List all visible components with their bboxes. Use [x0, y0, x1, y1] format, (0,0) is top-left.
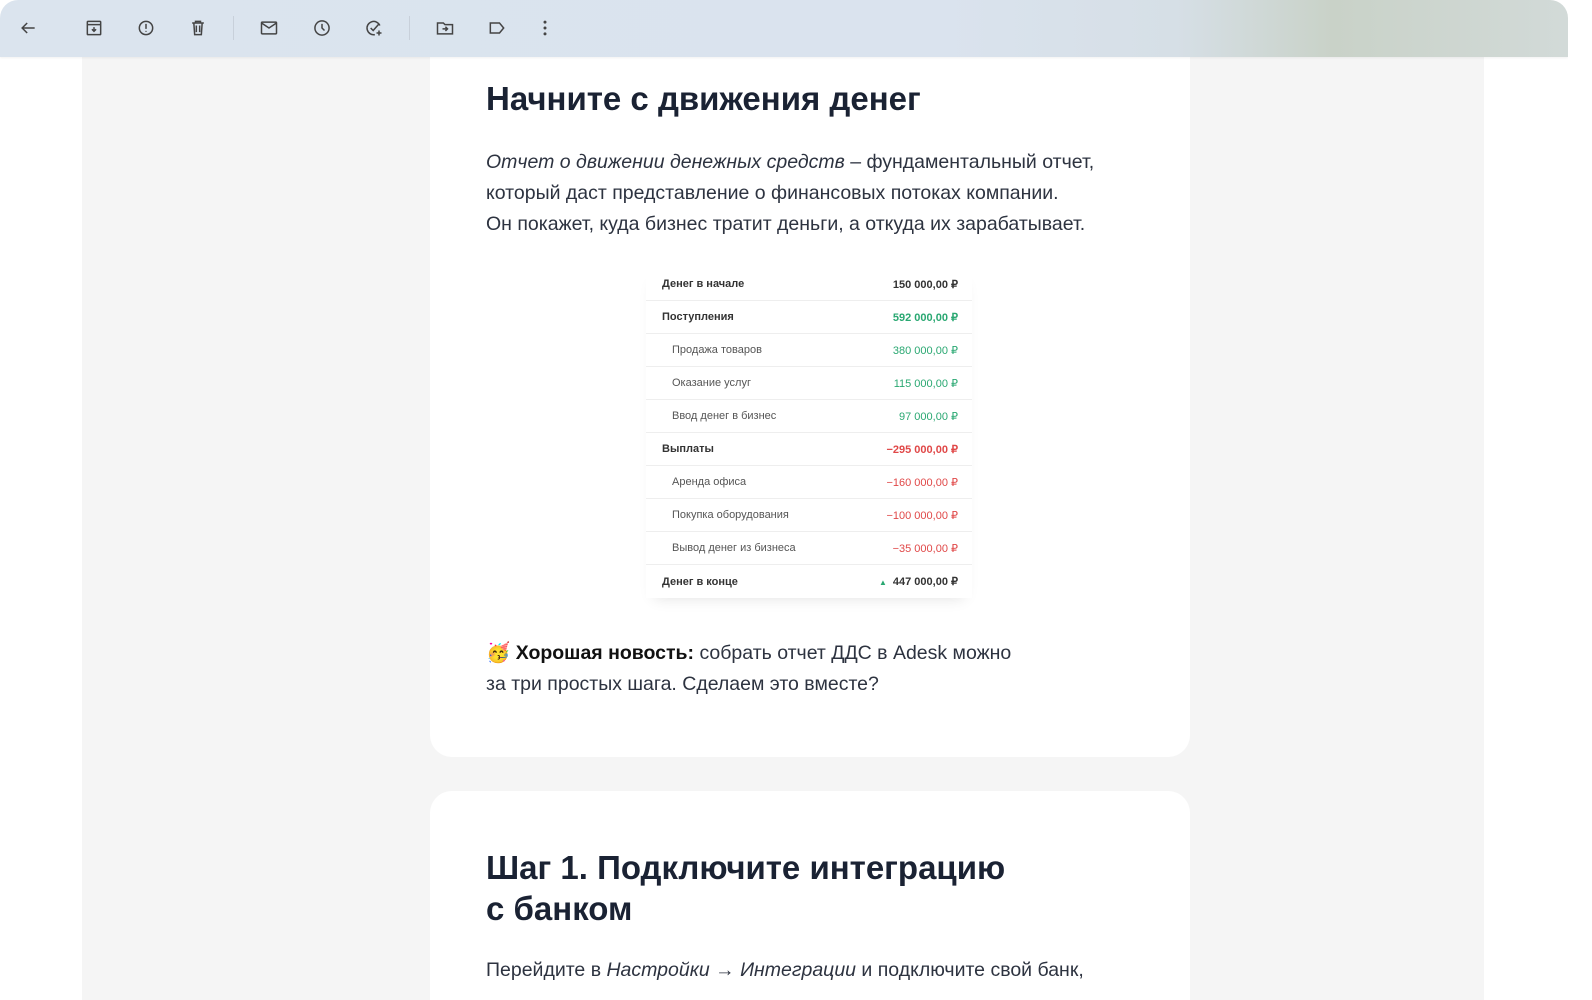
- good-news-paragraph: 🥳 Хорошая новость: собрать отчет ДДС в A…: [486, 638, 1011, 700]
- delete-icon[interactable]: [186, 16, 210, 40]
- cash-flow-table: Денег в начале 150 000,00 ₽ Поступления 592…: [646, 268, 972, 598]
- row-amount: 97 000,00 ₽: [899, 410, 958, 423]
- row-amount: 150 000,00 ₽: [892, 278, 958, 291]
- table-row: Оказание услуг 115 000,00 ₽: [646, 367, 972, 400]
- row-label: Ввод денег в бизнес: [672, 410, 777, 422]
- move-to-icon[interactable]: [433, 16, 457, 40]
- add-task-icon[interactable]: [362, 16, 386, 40]
- intro-line3: Он покажет, куда бизнес тратит деньги, а…: [486, 213, 1086, 235]
- email-body-background: Начните с движения денег Отчет о движени…: [82, 0, 1484, 1000]
- report-spam-icon[interactable]: [134, 16, 158, 40]
- row-value: −100 000,00 ₽: [886, 509, 958, 522]
- row-value: −295 000,00 ₽: [886, 443, 958, 456]
- step1-title-line1: Шаг 1. Подключите интеграцию: [486, 849, 1006, 886]
- party-emoji-icon: 🥳: [486, 642, 511, 664]
- row-value: ▲ 447 000,00 ₽: [879, 575, 958, 588]
- mark-unread-icon[interactable]: [257, 16, 281, 40]
- row-value: 150 000,00 ₽: [893, 278, 958, 291]
- step1-paragraph: Перейдите в Настройки → Интеграции и под…: [486, 955, 1084, 986]
- row-amount: −160 000,00 ₽: [886, 476, 958, 489]
- intro-rest: – фундаментальный отчет,: [844, 151, 1095, 173]
- more-icon[interactable]: [533, 16, 557, 40]
- good-news-label: Хорошая новость:: [515, 642, 695, 664]
- step1-text-rest: и подключите свой банк,: [856, 959, 1084, 981]
- row-label: Денег в начале: [662, 278, 745, 290]
- intro-line2: который даст представление о финансовых …: [486, 182, 1059, 204]
- row-label: Денег в конце: [662, 575, 738, 588]
- step1-text: Перейдите в: [486, 959, 607, 981]
- row-amount: 115 000,00 ₽: [893, 377, 958, 390]
- row-value: −160 000,00 ₽: [886, 476, 958, 489]
- good-news-text: собрать отчет ДДС в Adesk можно: [694, 642, 1012, 664]
- step1-title-line2: с банком: [486, 890, 633, 927]
- table-row: Продажа товаров 380 000,00 ₽: [646, 334, 972, 367]
- table-row: Ввод денег в бизнес 97 000,00 ₽: [646, 400, 972, 433]
- row-label: Вывод денег из бизнеса: [672, 542, 796, 554]
- row-value: −35 000,00 ₽: [893, 542, 958, 555]
- label-icon[interactable]: [485, 16, 509, 40]
- good-news-line2: за три простых шага. Сделаем это вместе?: [486, 673, 879, 695]
- row-label: Продажа товаров: [672, 344, 762, 356]
- section-card-cash-flow: Начните с движения денег Отчет о движени…: [430, 0, 1190, 757]
- row-label: Выплаты: [662, 443, 714, 455]
- table-row: Аренда офиса −160 000,00 ₽: [646, 466, 972, 499]
- row-amount: 592 000,00 ₽: [892, 311, 958, 324]
- row-label: Поступления: [662, 311, 734, 323]
- row-amount: 447 000,00 ₽: [892, 576, 958, 588]
- table-row: Вывод денег из бизнеса −35 000,00 ₽: [646, 532, 972, 565]
- row-amount: −100 000,00 ₽: [886, 509, 958, 522]
- row-amount: 380 000,00 ₽: [892, 344, 958, 357]
- toolbar-divider: [233, 16, 234, 40]
- row-label: Покупка оборудования: [672, 509, 789, 521]
- table-row: Выплаты −295 000,00 ₽: [646, 433, 972, 466]
- intro-paragraph: Отчет о движении денежных средств – фунд…: [486, 147, 1094, 240]
- table-row: Денег в начале 150 000,00 ₽: [646, 268, 972, 301]
- settings-integrations-path: Настройки → Интеграции: [606, 959, 857, 981]
- back-arrow-icon[interactable]: [16, 16, 40, 40]
- row-value: 592 000,00 ₽: [893, 311, 958, 324]
- toolbar-divider: [409, 16, 410, 40]
- row-value: 97 000,00 ₽: [899, 410, 958, 423]
- email-toolbar: [0, 0, 1568, 57]
- section-card-step1: Шаг 1. Подключите интеграцию с банком Пер…: [430, 791, 1190, 1000]
- step1-title: Шаг 1. Подключите интеграцию с банком: [486, 847, 1005, 929]
- table-row: Поступления 592 000,00 ₽: [646, 301, 972, 334]
- trend-up-icon: ▲: [878, 578, 887, 587]
- table-row: Денег в конце ▲ 447 000,00 ₽: [646, 565, 972, 598]
- snooze-icon[interactable]: [310, 16, 334, 40]
- intro-italic: Отчет о движении денежных средств: [486, 151, 845, 173]
- table-row: Покупка оборудования −100 000,00 ₽: [646, 499, 972, 532]
- email-window: Начните с движения денег Отчет о движени…: [0, 0, 1568, 1000]
- row-value: 380 000,00 ₽: [893, 344, 958, 357]
- row-label: Аренда офиса: [672, 476, 747, 488]
- row-value: 115 000,00 ₽: [894, 377, 958, 390]
- row-amount: −295 000,00 ₽: [886, 443, 958, 456]
- section-title: Начните с движения денег: [486, 80, 921, 117]
- row-label: Оказание услуг: [672, 377, 751, 389]
- row-amount: −35 000,00 ₽: [892, 542, 958, 555]
- archive-icon[interactable]: [82, 16, 106, 40]
